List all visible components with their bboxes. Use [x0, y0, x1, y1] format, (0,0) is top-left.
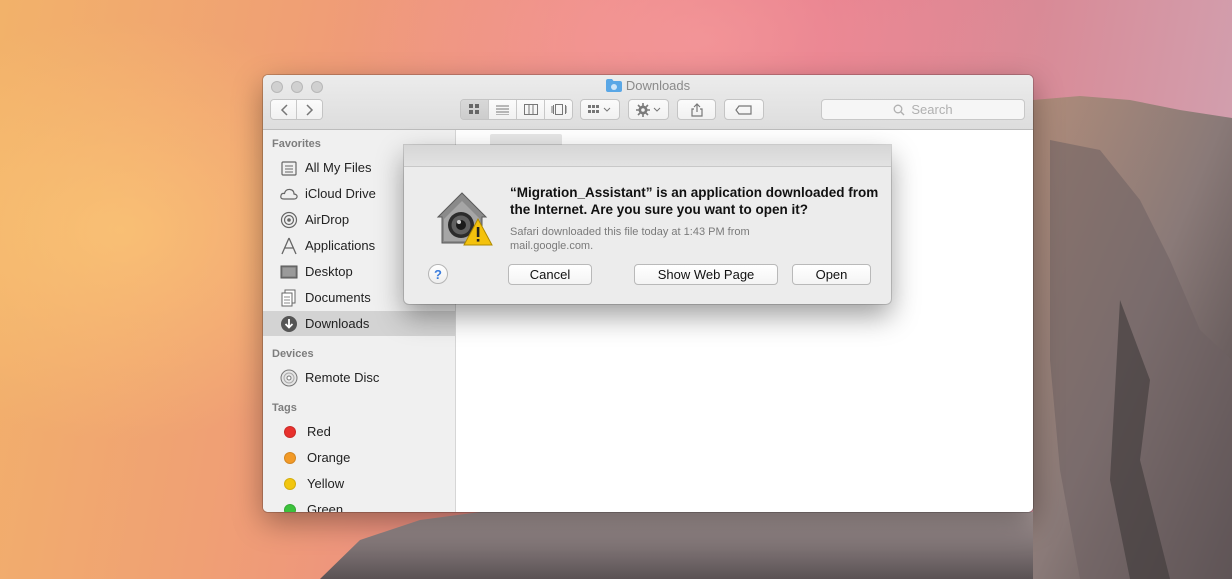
documents-icon: [280, 289, 298, 307]
disc-icon: [280, 369, 298, 387]
list-view-icon: [496, 105, 509, 115]
sidebar-item-label: iCloud Drive: [305, 186, 376, 201]
sidebar-item-tag-orange[interactable]: Orange: [263, 445, 455, 470]
dialog-message: Safari downloaded this file today at 1:4…: [510, 226, 750, 252]
search-field[interactable]: Search: [821, 99, 1025, 120]
tag-icon: [735, 104, 752, 115]
gatekeeper-warning-icon: [430, 187, 494, 251]
sidebar-item-label: Downloads: [305, 316, 370, 331]
all-files-icon: [280, 159, 298, 177]
sidebar-item-tag-green[interactable]: Green: [263, 497, 455, 512]
search-icon: [893, 104, 905, 115]
window-title-text: Downloads: [625, 78, 691, 93]
arrange-button[interactable]: [580, 99, 620, 120]
sidebar-item-label: Red: [307, 424, 331, 439]
cover-flow-button[interactable]: [545, 100, 572, 119]
sidebar-item-label: Green: [307, 502, 344, 512]
column-view-button[interactable]: [517, 100, 545, 119]
column-view-icon: [523, 104, 538, 115]
share-button[interactable]: [677, 99, 716, 120]
sidebar-item-label: Yellow: [307, 476, 345, 491]
cover-flow-icon: [551, 104, 567, 115]
sidebar-item-label: Desktop: [305, 264, 353, 279]
forward-icon: [306, 103, 313, 116]
green-tag-dot-icon: [284, 503, 296, 512]
sidebar-item-label: Documents: [305, 290, 371, 305]
action-button[interactable]: [628, 99, 669, 120]
open-confirmation-dialog: “Migration_Assistant” is an application …: [404, 145, 891, 304]
search-placeholder: Search: [911, 102, 953, 117]
help-button[interactable]: ?: [428, 264, 448, 284]
cancel-button[interactable]: Cancel: [508, 264, 592, 285]
window-title: Downloads: [263, 78, 1033, 93]
icon-view-button[interactable]: [461, 100, 489, 119]
sidebar-item-label: All My Files: [305, 160, 372, 175]
sidebar-item-tag-red[interactable]: Red: [263, 419, 455, 444]
open-button[interactable]: Open: [792, 264, 871, 285]
airdrop-icon: [280, 211, 298, 229]
sidebar-item-label: AirDrop: [305, 212, 350, 227]
arrange-icon: [588, 104, 611, 113]
yellow-tag-dot-icon: [284, 477, 296, 490]
cloud-icon: [280, 185, 298, 203]
icon-view-icon: [469, 104, 479, 114]
finder-toolbar: Downloads Search: [263, 75, 1033, 130]
list-view-button[interactable]: [489, 100, 517, 119]
action-gear-icon: [635, 102, 660, 117]
red-tag-dot-icon: [284, 425, 296, 438]
show-web-page-button[interactable]: Show Web Page: [634, 264, 778, 285]
sidebar-item-label: Remote Disc: [305, 370, 380, 385]
tags-header: Tags: [272, 402, 297, 414]
share-icon: [690, 102, 703, 117]
back-forward-control: [270, 99, 323, 120]
sidebar-item-remote-disc[interactable]: Remote Disc: [263, 365, 455, 390]
orange-tag-dot-icon: [284, 451, 296, 464]
downloads-icon: [280, 315, 298, 333]
sidebar-item-tag-yellow[interactable]: Yellow: [263, 471, 455, 496]
applications-icon: [280, 237, 298, 255]
back-button[interactable]: [271, 100, 298, 119]
tag-button[interactable]: [724, 99, 764, 120]
sidebar-item-label: Orange: [307, 450, 351, 465]
desktop-icon: [280, 263, 298, 281]
back-icon: [280, 103, 288, 116]
dialog-title: “Migration_Assistant” is an application …: [510, 185, 879, 217]
view-mode-control: [460, 99, 573, 120]
folder-icon: [605, 79, 622, 92]
sidebar-item-downloads[interactable]: Downloads: [263, 311, 455, 336]
devices-header: Devices: [272, 348, 314, 360]
forward-button[interactable]: [297, 100, 322, 119]
favorites-header: Favorites: [272, 138, 321, 150]
dialog-sheet-top: [404, 145, 891, 167]
sidebar-item-label: Applications: [305, 238, 376, 253]
